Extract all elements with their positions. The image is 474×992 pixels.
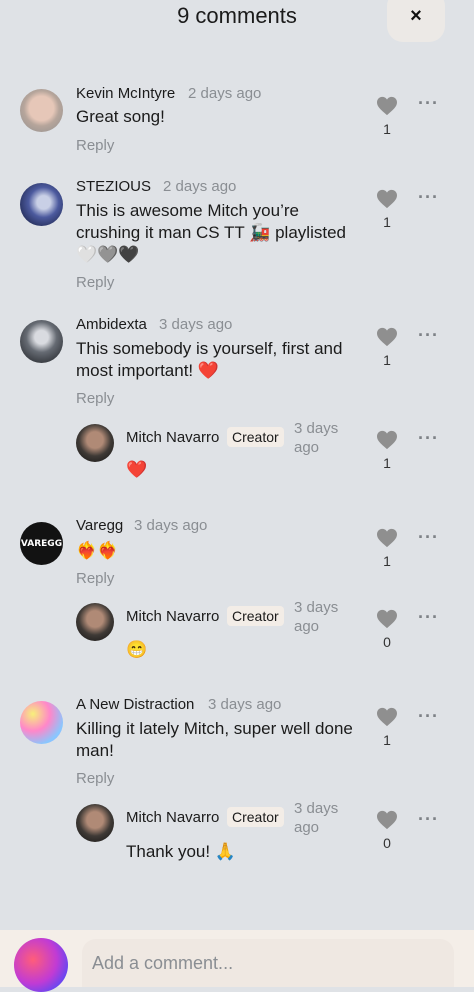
comment-text: Great song! <box>76 107 165 126</box>
more-options-icon[interactable]: ··· <box>418 607 439 628</box>
heart-icon[interactable] <box>376 528 398 548</box>
avatar-varegg[interactable]: VAREGG <box>20 522 63 565</box>
more-options-icon[interactable]: ··· <box>418 706 439 727</box>
more-options-icon[interactable]: ··· <box>418 428 439 449</box>
reply-text: Thank you! 🙏 <box>126 842 236 861</box>
comment-text-line: man! <box>76 741 114 760</box>
avatar-logo-text: VAREGG <box>20 538 63 549</box>
heart-icon[interactable] <box>376 189 398 209</box>
heart-icon[interactable] <box>376 707 398 727</box>
like-count: 1 <box>383 732 391 748</box>
reply-button[interactable]: Reply <box>76 390 114 407</box>
more-options-icon[interactable]: ··· <box>418 527 439 548</box>
comment-author[interactable]: Ambidexta <box>76 316 147 333</box>
comment-author[interactable]: Varegg <box>76 517 123 534</box>
current-user-avatar[interactable] <box>14 938 68 992</box>
comment-text: ❤️‍🔥❤️‍🔥 <box>76 541 119 560</box>
more-options-icon[interactable]: ··· <box>418 187 439 208</box>
comment-time: 3 days ago <box>159 316 233 333</box>
heart-icon[interactable] <box>376 609 398 629</box>
like-count: 1 <box>383 553 391 569</box>
reply-text: ❤️ <box>126 460 148 479</box>
like-count: 1 <box>383 121 391 137</box>
comment-text-line: Killing it lately Mitch, super well done <box>76 719 353 738</box>
creator-badge: Creator <box>227 606 284 626</box>
avatar-kevin[interactable] <box>20 89 63 132</box>
close-button[interactable]: × <box>387 0 445 42</box>
reply-author[interactable]: Mitch Navarro <box>126 608 219 625</box>
comment-text-line: most important! ❤️ <box>76 361 220 380</box>
comment-text-line: crushing it man CS TT 🚂 playlisted <box>76 223 346 242</box>
comment-author[interactable]: STEZIOUS <box>76 178 151 195</box>
like-count: 1 <box>383 214 391 230</box>
add-comment-input[interactable] <box>82 939 454 987</box>
like-count: 0 <box>383 835 391 851</box>
comment-time: 2 days ago <box>163 178 237 195</box>
comment-author[interactable]: A New Distraction <box>76 696 194 713</box>
like-count: 0 <box>383 634 391 650</box>
heart-icon[interactable] <box>376 430 398 450</box>
avatar-stezious[interactable] <box>20 183 63 226</box>
like-count: 1 <box>383 352 391 368</box>
comment-author[interactable]: Kevin McIntyre <box>76 85 175 102</box>
reply-time: ago <box>294 819 320 836</box>
creator-badge: Creator <box>227 427 284 447</box>
reply-button[interactable]: Reply <box>76 570 114 587</box>
avatar-a-new-distraction[interactable] <box>20 701 63 744</box>
comment-time: 3 days ago <box>134 517 208 534</box>
reply-time: 3 days <box>294 800 339 817</box>
reply-time: ago <box>294 618 320 635</box>
comment-text-line: 🤍🩶🖤 <box>76 245 140 264</box>
reply-button[interactable]: Reply <box>76 274 114 291</box>
close-icon: × <box>410 4 422 27</box>
avatar-mitch-navarro[interactable] <box>76 603 114 641</box>
comment-time: 2 days ago <box>188 85 262 102</box>
heart-icon[interactable] <box>376 96 398 116</box>
comment-text-line: This is awesome Mitch you’re <box>76 201 299 220</box>
reply-button[interactable]: Reply <box>76 770 114 787</box>
reply-text: 😁 <box>126 640 148 659</box>
more-options-icon[interactable]: ··· <box>418 809 439 830</box>
reply-button[interactable]: Reply <box>76 137 114 154</box>
heart-icon[interactable] <box>376 327 398 347</box>
comment-time: 3 days ago <box>208 696 282 713</box>
reply-author[interactable]: Mitch Navarro <box>126 809 219 826</box>
avatar-mitch-navarro[interactable] <box>76 424 114 462</box>
avatar-ambidexta[interactable] <box>20 320 63 363</box>
comment-text-line: This somebody is yourself, first and <box>76 339 343 358</box>
reply-time: 3 days <box>294 599 339 616</box>
creator-badge: Creator <box>227 807 284 827</box>
heart-icon[interactable] <box>376 810 398 830</box>
reply-author[interactable]: Mitch Navarro <box>126 429 219 446</box>
avatar-mitch-navarro[interactable] <box>76 804 114 842</box>
reply-time: ago <box>294 439 320 456</box>
comments-header: 9 comments × <box>0 0 474 42</box>
more-options-icon[interactable]: ··· <box>418 93 439 114</box>
reply-time: 3 days <box>294 420 339 437</box>
more-options-icon[interactable]: ··· <box>418 325 439 346</box>
like-count: 1 <box>383 455 391 471</box>
